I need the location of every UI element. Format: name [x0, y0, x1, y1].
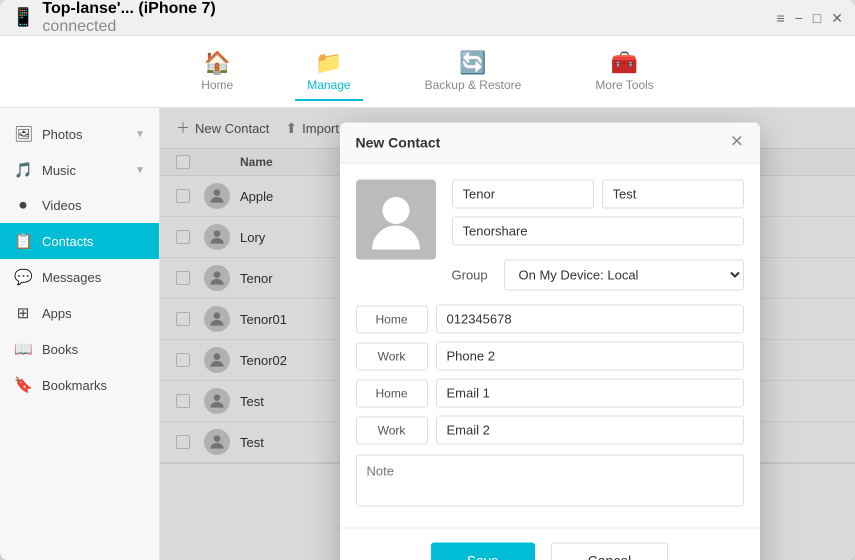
sidebar-music-label: Music [42, 163, 76, 178]
phone-type-home[interactable]: Home [356, 305, 428, 333]
group-select[interactable]: On My Device: Local [504, 260, 744, 291]
note-row [356, 455, 744, 512]
close-window-button[interactable]: ✕ [831, 11, 843, 25]
dialog-top-row: Group On My Device: Local [356, 180, 744, 291]
sidebar-item-contacts[interactable]: 📋 Contacts [0, 223, 159, 259]
phone-field-work: Work [356, 342, 744, 371]
sidebar-messages-label: Messages [42, 270, 101, 285]
last-name-input[interactable] [602, 180, 744, 209]
sidebar-item-messages[interactable]: 💬 Messages [0, 259, 159, 295]
dialog-footer: Save Cancel [340, 528, 760, 560]
manage-icon: 📁 [315, 52, 342, 74]
email-type-home[interactable]: Home [356, 379, 428, 407]
photos-icon: 🖼 [14, 125, 32, 143]
email-type-work[interactable]: Work [356, 416, 428, 444]
videos-icon: ⏺ [14, 197, 32, 214]
dialog-title: New Contact [356, 135, 441, 151]
save-button[interactable]: Save [431, 543, 535, 560]
main-content: 🖼 Photos ▼ 🎵 Music ▼ ⏺ Videos 📋 Contacts… [0, 108, 855, 560]
note-input[interactable] [356, 455, 744, 507]
top-nav: 🏠 Home 📁 Manage 🔄 Backup & Restore 🧰 Mor… [0, 36, 855, 108]
sidebar-contacts-label: Contacts [42, 234, 93, 249]
home-icon: 🏠 [204, 52, 231, 74]
first-name-input[interactable] [452, 180, 594, 209]
nav-backup-restore[interactable]: 🔄 Backup & Restore [413, 44, 534, 100]
backup-icon: 🔄 [459, 52, 486, 74]
email-value-home[interactable] [436, 379, 744, 408]
menu-button[interactable]: ≡ [776, 11, 784, 25]
nav-backup-label: Backup & Restore [425, 78, 522, 92]
nav-manage-label: Manage [307, 78, 350, 92]
group-row: Group On My Device: Local [452, 260, 744, 291]
sidebar-item-books[interactable]: 📖 Books [0, 331, 159, 367]
device-text: Top-lanse'... (iPhone 7) connected [42, 0, 215, 36]
device-icon: 📱 [12, 7, 34, 28]
contact-list-area: ＋ New Contact ⬆ Import Name [160, 108, 855, 560]
device-info-area: 📱 Top-lanse'... (iPhone 7) connected [12, 0, 776, 36]
sidebar-item-apps[interactable]: ⊞ Apps [0, 295, 159, 331]
cancel-button[interactable]: Cancel [551, 543, 669, 560]
close-dialog-button[interactable]: ✕ [730, 135, 743, 151]
device-status: connected [42, 18, 215, 36]
nav-home[interactable]: 🏠 Home [189, 44, 245, 100]
title-bar: 📱 Top-lanse'... (iPhone 7) connected ≡ −… [0, 0, 855, 36]
company-input[interactable] [452, 217, 744, 246]
email-value-work[interactable] [436, 416, 744, 445]
new-contact-dialog: New Contact ✕ [340, 123, 760, 560]
phone-field-home: Home [356, 305, 744, 334]
sidebar-item-photos[interactable]: 🖼 Photos ▼ [0, 116, 159, 152]
minimize-button[interactable]: − [795, 11, 803, 25]
books-icon: 📖 [14, 340, 32, 358]
messages-icon: 💬 [14, 268, 32, 286]
sidebar-bookmarks-label: Bookmarks [42, 378, 107, 393]
tools-icon: 🧰 [611, 52, 638, 74]
sidebar-item-videos[interactable]: ⏺ Videos [0, 188, 159, 223]
group-label: Group [452, 268, 496, 283]
app-window: 📱 Top-lanse'... (iPhone 7) connected ≡ −… [0, 0, 855, 560]
sidebar-photos-label: Photos [42, 127, 82, 142]
nav-manage[interactable]: 📁 Manage [295, 44, 362, 100]
sidebar-videos-label: Videos [42, 198, 82, 213]
sidebar: 🖼 Photos ▼ 🎵 Music ▼ ⏺ Videos 📋 Contacts… [0, 108, 160, 560]
phone-email-fields: Home Work Home Work [356, 305, 744, 512]
email-field-home: Home [356, 379, 744, 408]
email-field-work: Work [356, 416, 744, 445]
nav-tools-label: More Tools [595, 78, 653, 92]
apps-icon: ⊞ [14, 304, 32, 322]
sidebar-item-music[interactable]: 🎵 Music ▼ [0, 152, 159, 188]
phone-type-work[interactable]: Work [356, 342, 428, 370]
window-controls: ≡ − □ ✕ [776, 11, 843, 25]
nav-home-label: Home [201, 78, 233, 92]
sidebar-apps-label: Apps [42, 306, 72, 321]
device-name: Top-lanse'... (iPhone 7) [42, 0, 215, 18]
name-fields: Group On My Device: Local [452, 180, 744, 291]
contact-avatar-placeholder [356, 180, 436, 260]
contacts-icon: 📋 [14, 232, 32, 250]
sidebar-item-bookmarks[interactable]: 🔖 Bookmarks [0, 367, 159, 403]
chevron-down-icon: ▼ [135, 165, 145, 176]
phone-value-home[interactable] [436, 305, 744, 334]
dialog-body: Group On My Device: Local Home [340, 164, 760, 528]
music-icon: 🎵 [14, 161, 32, 179]
maximize-button[interactable]: □ [813, 11, 821, 25]
dialog-header: New Contact ✕ [340, 123, 760, 164]
nav-more-tools[interactable]: 🧰 More Tools [583, 44, 665, 100]
first-last-name-row [452, 180, 744, 209]
chevron-down-icon: ▼ [135, 129, 145, 140]
bookmarks-icon: 🔖 [14, 376, 32, 394]
phone-value-work[interactable] [436, 342, 744, 371]
sidebar-books-label: Books [42, 342, 78, 357]
